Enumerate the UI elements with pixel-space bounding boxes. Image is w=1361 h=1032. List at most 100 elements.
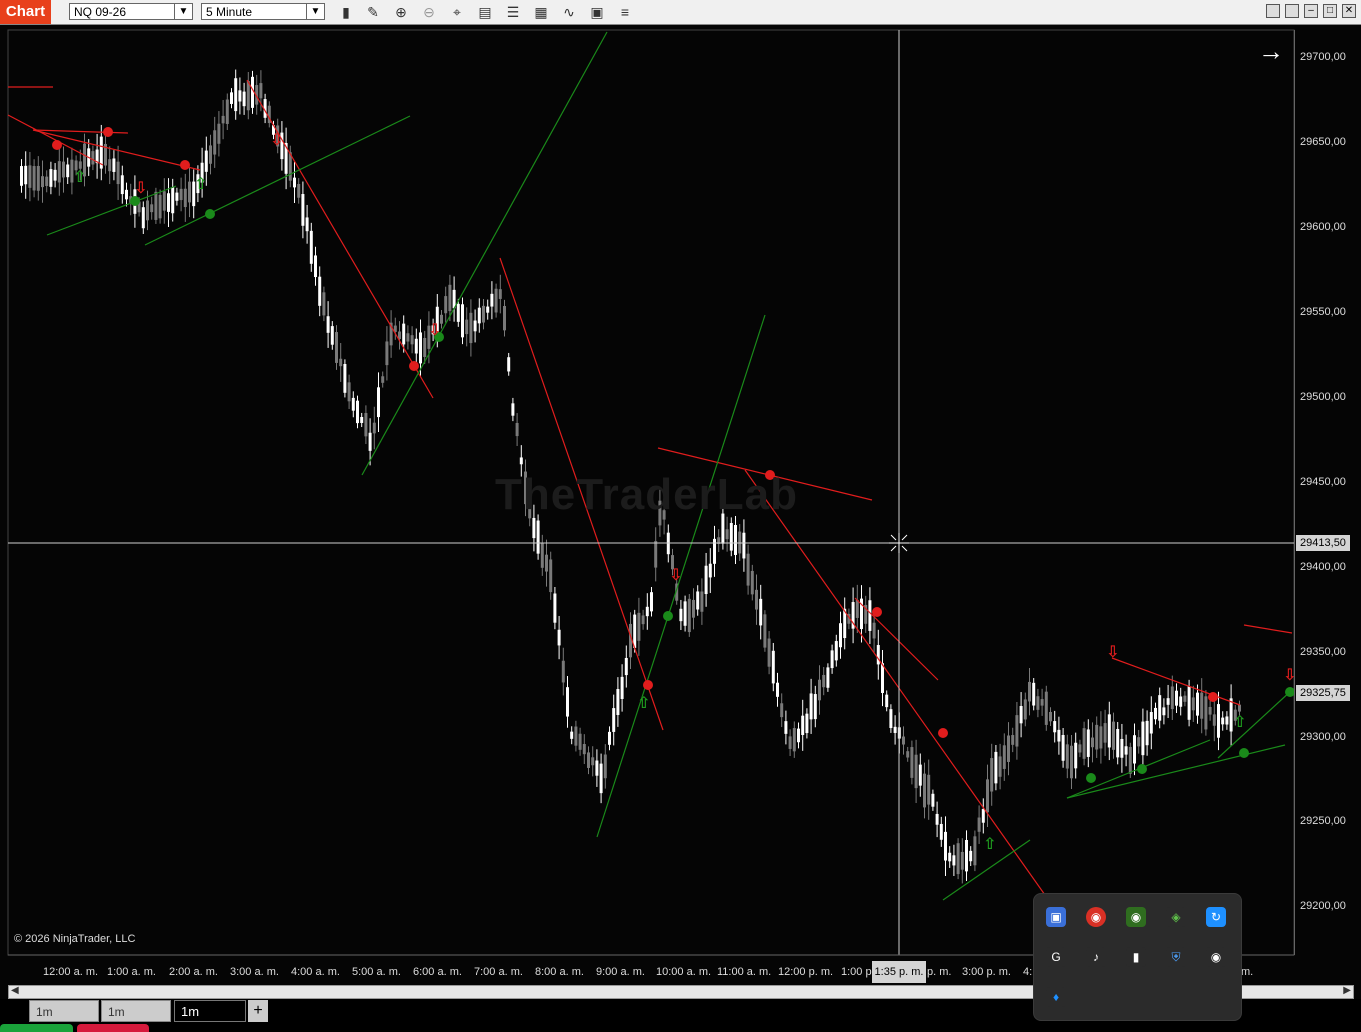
candle-body — [209, 145, 212, 164]
candle-body — [612, 708, 616, 732]
candle-body — [780, 703, 784, 718]
candle-body — [545, 554, 548, 572]
candle-body — [406, 333, 410, 342]
candle-body — [167, 193, 170, 212]
candle-body — [469, 312, 473, 344]
tab-1m-first[interactable]: 1m — [29, 1000, 99, 1022]
candle-body — [20, 166, 23, 186]
app-icon[interactable]: ↻ — [1206, 907, 1226, 927]
time-label: 5:00 a. m. — [352, 966, 401, 978]
candle-body — [603, 754, 607, 779]
price-label: 29450,00 — [1300, 476, 1346, 488]
candle-body — [225, 99, 229, 124]
svg-text:⇩: ⇩ — [134, 178, 147, 197]
defender-icon[interactable]: ⛨ — [1166, 947, 1186, 967]
candle-body — [599, 763, 603, 794]
candle-body — [1179, 696, 1183, 707]
candle-body — [372, 422, 376, 434]
arrow-right-icon[interactable]: → — [1258, 36, 1284, 67]
candle-body — [326, 316, 330, 333]
network-icon[interactable]: ◈ — [1166, 907, 1186, 927]
candle-body — [708, 563, 712, 578]
candle-body — [66, 164, 70, 178]
candle-body — [204, 150, 208, 172]
candle-body — [339, 358, 343, 367]
candle-body — [805, 713, 809, 734]
steam-icon[interactable]: ◉ — [1206, 947, 1226, 967]
candle-body — [1086, 729, 1090, 757]
candle-body — [1019, 706, 1023, 724]
candle-body — [238, 90, 242, 102]
display-icon[interactable]: ▣ — [1046, 907, 1066, 927]
candle-body — [402, 323, 406, 345]
time-label: 4:00 a. m. — [291, 966, 340, 978]
scroll-left-icon[interactable]: ◀ — [11, 985, 19, 996]
last-price-tag: 29325,75 — [1296, 685, 1350, 701]
candle-body — [301, 194, 305, 226]
candle-body — [725, 529, 729, 540]
candle-body — [700, 591, 704, 612]
candle-body — [910, 747, 914, 778]
candle-body — [498, 289, 502, 299]
usb-icon[interactable]: ▮ — [1126, 947, 1146, 967]
time-label: 9:00 a. m. — [596, 966, 645, 978]
svg-text:⇧: ⇧ — [1233, 712, 1246, 731]
price-label: 29650,00 — [1300, 136, 1346, 148]
candle-body — [729, 523, 733, 551]
candle-body — [1217, 704, 1220, 738]
crosshair-cursor — [889, 533, 909, 553]
candle-body — [1200, 692, 1204, 719]
candle-body — [818, 679, 821, 701]
time-label: m. — [1241, 966, 1254, 978]
nvidia-icon[interactable]: ◉ — [1126, 907, 1146, 927]
candle-body — [776, 682, 779, 697]
candle-body — [557, 629, 561, 646]
candle-body — [36, 165, 40, 191]
candle-body — [687, 598, 691, 633]
bluetooth-icon[interactable]: ♦ — [1046, 987, 1066, 1007]
candle-body — [578, 733, 582, 750]
candle-body — [1191, 697, 1195, 711]
tab-1m-second[interactable]: 1m — [101, 1000, 171, 1022]
candle-body — [314, 255, 317, 278]
candle-body — [1078, 744, 1082, 753]
candle-body — [876, 645, 880, 665]
candle-body — [595, 760, 599, 776]
candle-body — [448, 284, 452, 312]
support-lines — [46, 31, 1293, 901]
candle-body — [956, 843, 960, 875]
candle-body — [1124, 746, 1128, 755]
candle-body — [704, 565, 708, 595]
candle-body — [112, 158, 116, 172]
buy-button[interactable] — [0, 1024, 73, 1032]
candle-body — [444, 296, 448, 314]
candle-body — [1204, 696, 1208, 730]
candle-body — [351, 397, 355, 411]
audio-icon[interactable]: ♪ — [1086, 947, 1106, 967]
add-tab-button[interactable]: + — [248, 1000, 268, 1022]
candle-body — [1166, 698, 1170, 705]
candle-body — [356, 400, 359, 424]
candle-body — [461, 304, 464, 338]
candle-body — [1145, 720, 1149, 746]
svg-text:⇧: ⇧ — [637, 693, 650, 712]
candle-body — [1082, 728, 1086, 759]
candle-body — [183, 188, 187, 208]
price-label: 29500,00 — [1300, 391, 1346, 403]
candle-body — [158, 194, 162, 219]
candle-body — [41, 176, 44, 188]
candle-body — [1175, 690, 1178, 706]
candle-body — [125, 189, 128, 200]
candle-body — [830, 650, 834, 669]
tab-1m-active[interactable]: 1m — [174, 1000, 246, 1022]
candle-body — [1074, 742, 1078, 769]
candle-body — [188, 181, 191, 203]
g-icon[interactable]: G — [1046, 947, 1066, 967]
candle-body — [330, 326, 334, 345]
time-label: 2:00 a. m. — [169, 966, 218, 978]
candle-body — [162, 191, 166, 211]
sell-button[interactable] — [77, 1024, 149, 1032]
candle-body — [570, 731, 574, 739]
scroll-right-icon[interactable]: ▶ — [1343, 985, 1351, 996]
chrome-icon[interactable]: ◉ — [1086, 907, 1106, 927]
